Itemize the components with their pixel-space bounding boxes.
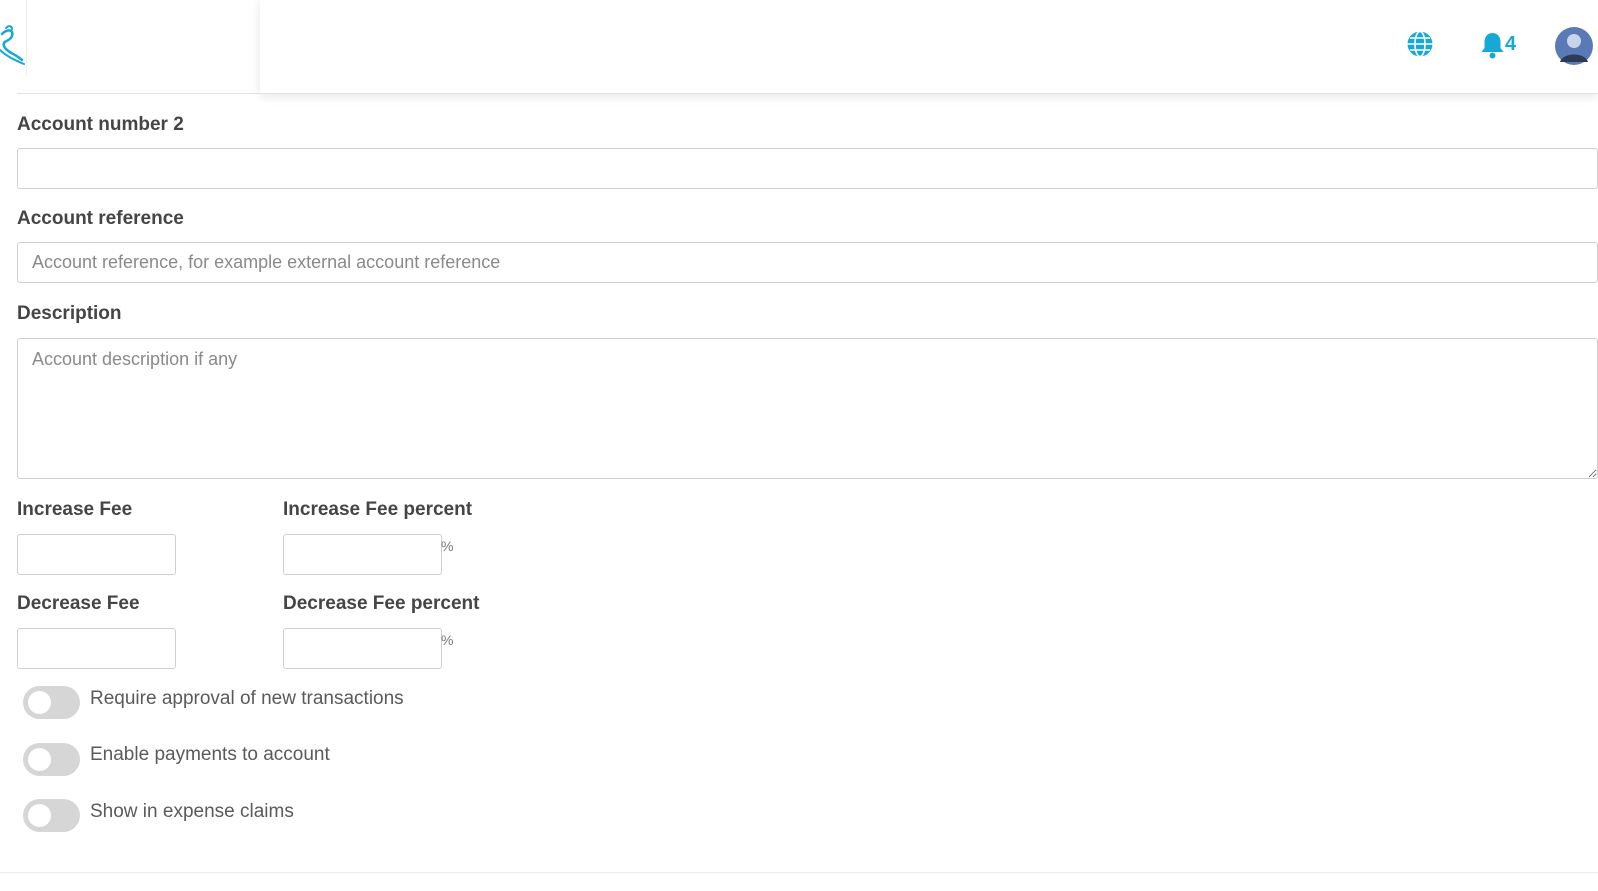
account-number-2-label: Account number 2 <box>17 114 184 135</box>
top-header: 4 <box>260 0 1598 94</box>
decrease-fee-percent-input[interactable] <box>283 628 442 669</box>
logo-icon <box>0 25 25 65</box>
divider <box>0 872 1598 873</box>
increase-fee-label: Increase Fee <box>17 499 133 520</box>
description-textarea[interactable] <box>17 338 1598 479</box>
toggle-knob <box>28 804 51 827</box>
enable-payments-toggle[interactable] <box>23 743 80 776</box>
toggle-knob <box>28 691 51 714</box>
user-avatar-icon <box>1555 27 1593 65</box>
decrease-fee-input[interactable] <box>17 628 176 669</box>
increase-fee-input[interactable] <box>17 534 176 575</box>
require-approval-toggle[interactable] <box>23 686 80 719</box>
percent-suffix: % <box>441 632 454 648</box>
enable-payments-label: Enable payments to account <box>90 744 330 765</box>
increase-fee-percent-input[interactable] <box>283 534 442 575</box>
account-reference-label: Account reference <box>17 208 184 229</box>
notification-count-badge: 4 <box>1505 33 1517 55</box>
account-form: Account number 2 Account reference Descr… <box>0 0 1598 891</box>
decrease-fee-label: Decrease Fee <box>17 593 140 614</box>
show-in-expense-claims-toggle[interactable] <box>23 799 80 832</box>
percent-suffix: % <box>441 538 454 554</box>
logo[interactable] <box>0 0 27 75</box>
avatar[interactable] <box>1554 26 1598 66</box>
account-number-2-input[interactable] <box>17 148 1598 189</box>
bell-icon[interactable] <box>1480 31 1505 59</box>
increase-fee-percent-label: Increase Fee percent <box>283 499 473 520</box>
globe-icon[interactable] <box>1406 30 1434 58</box>
toggle-knob <box>28 748 51 771</box>
show-in-expense-claims-label: Show in expense claims <box>90 801 294 822</box>
require-approval-label: Require approval of new transactions <box>90 688 404 709</box>
description-label: Description <box>17 303 122 324</box>
account-reference-input[interactable] <box>17 242 1598 283</box>
decrease-fee-percent-label: Decrease Fee percent <box>283 593 480 614</box>
